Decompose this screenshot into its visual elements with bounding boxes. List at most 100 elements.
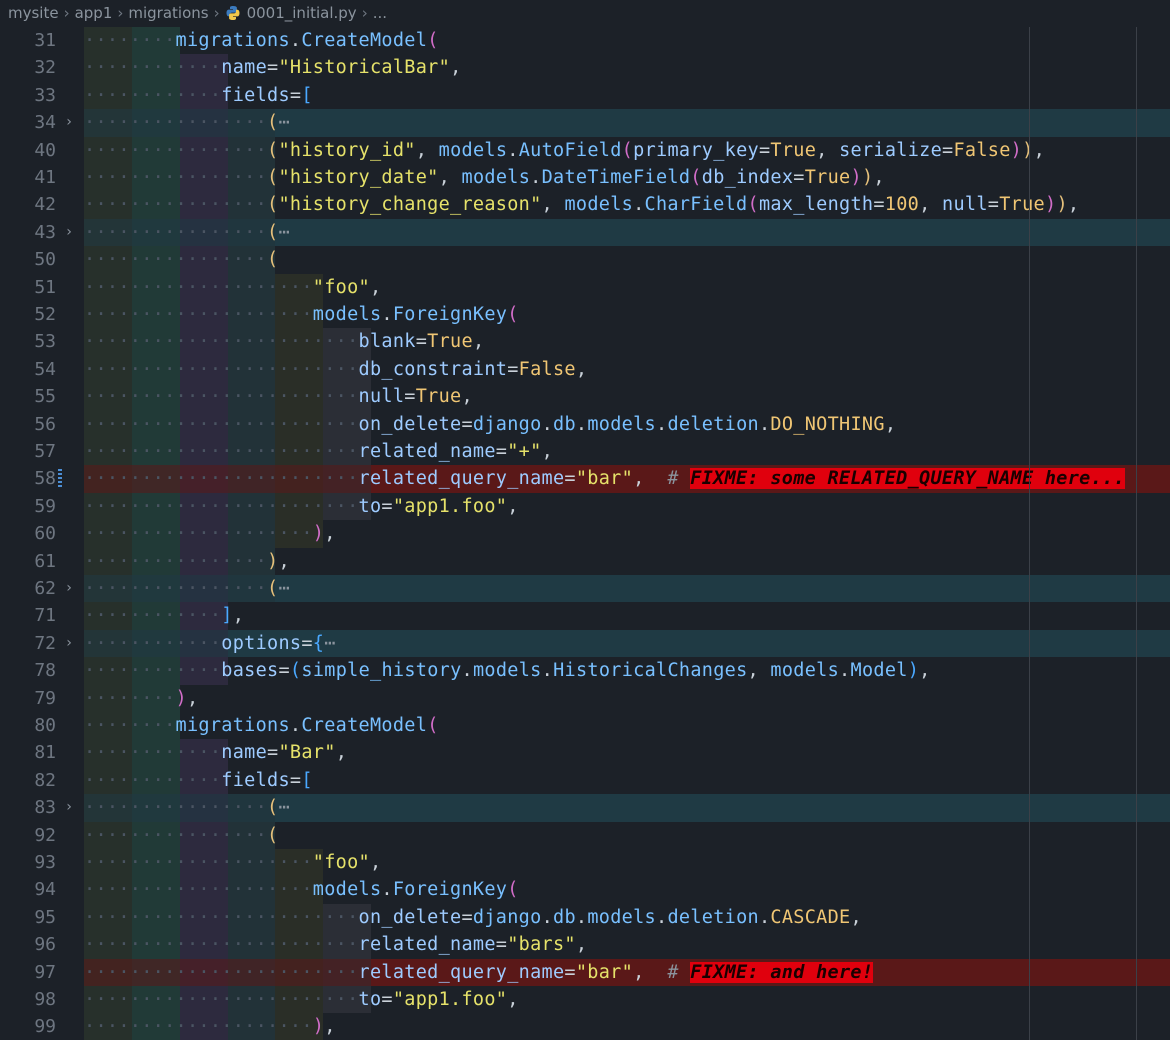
code-line[interactable]: 61 ················),	[0, 547, 1170, 575]
code-text[interactable]: ····················models.ForeignKey(	[84, 876, 519, 903]
code-token: to	[358, 989, 382, 1010]
code-text[interactable]: ················(	[84, 822, 278, 849]
code-line[interactable]: 72 › ············options={⋯	[0, 629, 1170, 658]
code-line[interactable]: 59 ························to="app1.foo",	[0, 492, 1170, 521]
code-text[interactable]: ············fields=[	[84, 767, 313, 794]
code-line[interactable]: 56 ························on_delete=djan…	[0, 410, 1170, 438]
code-text[interactable]: ············fields=[	[84, 82, 313, 109]
code-line[interactable]: 43 › ················(⋯	[0, 218, 1170, 247]
code-text[interactable]: ····················),	[84, 520, 336, 547]
code-text[interactable]: ················),	[84, 548, 290, 575]
code-line[interactable]: 32 ············name="HistoricalBar",	[0, 54, 1170, 82]
code-line[interactable]: 40 ················("history_id", models.…	[0, 136, 1170, 164]
code-text[interactable]: ············name="HistoricalBar",	[84, 54, 462, 81]
code-text[interactable]: ························related_query_na…	[84, 465, 1125, 492]
code-line[interactable]: 58 ························related_query_…	[0, 465, 1170, 493]
breadcrumb-item-symbol[interactable]: ...	[373, 4, 387, 22]
code-text[interactable]: ········migrations.CreateModel(	[84, 712, 439, 739]
code-text[interactable]: ························related_name="ba…	[84, 931, 587, 958]
code-token: (	[267, 797, 279, 819]
code-token: null	[942, 194, 988, 216]
code-text[interactable]: ················(⋯	[84, 109, 290, 136]
code-text[interactable]: ························related_name="+"…	[84, 438, 553, 465]
code-text[interactable]: ················("history_id", models.Au…	[84, 137, 1045, 164]
code-line[interactable]: 83 › ················(⋯	[0, 794, 1170, 822]
code-line[interactable]: 98 ························to="app1.foo",	[0, 986, 1170, 1014]
code-text[interactable]: ····················"foo",	[84, 274, 381, 301]
code-text[interactable]: ························on_delete=django…	[84, 411, 896, 438]
code-line[interactable]: 96 ························related_name="…	[0, 931, 1170, 959]
code-line[interactable]: 51 ····················"foo",	[0, 273, 1170, 301]
code-line[interactable]: 34 › ················(⋯	[0, 109, 1170, 137]
code-editor[interactable]: 31 ········migrations.CreateModel(32 ·····…	[0, 27, 1170, 1040]
code-token: .	[758, 413, 771, 435]
code-line[interactable]: 78 ············bases=(simple_history.mode…	[0, 657, 1170, 685]
fold-chevron-icon[interactable]: ›	[62, 575, 76, 602]
code-token: (	[267, 139, 279, 161]
code-text[interactable]: ············],	[84, 602, 244, 629]
code-line[interactable]: 52 ····················models.ForeignKey(	[0, 301, 1170, 329]
code-line[interactable]: 55 ························null=True,	[0, 383, 1170, 411]
code-text[interactable]: ························to="app1.foo",	[84, 986, 519, 1013]
code-text[interactable]: ················(⋯	[84, 219, 290, 246]
code-text[interactable]: ························db_constraint=Fa…	[84, 356, 587, 383]
code-line[interactable]: 41 ················("history_date", model…	[0, 164, 1170, 192]
line-number: 80	[34, 715, 56, 736]
code-line[interactable]: 42 ················("history_change_reaso…	[0, 191, 1170, 219]
code-text[interactable]: ························on_delete=django…	[84, 904, 862, 931]
code-token: simple_history	[301, 660, 462, 682]
code-text[interactable]: ····················),	[84, 1013, 336, 1040]
code-token: ,	[633, 468, 668, 490]
code-line[interactable]: 57 ························related_name="…	[0, 438, 1170, 466]
code-text[interactable]: ················(⋯	[84, 575, 290, 602]
code-token: ,	[324, 523, 336, 545]
fold-chevron-icon[interactable]: ›	[62, 109, 76, 136]
code-text[interactable]: ················("history_date", models.…	[84, 164, 885, 191]
code-line[interactable]: 80 ········migrations.CreateModel(	[0, 712, 1170, 740]
code-text[interactable]: ············bases=(simple_history.models…	[84, 657, 931, 684]
code-text[interactable]: ························to="app1.foo",	[84, 493, 519, 520]
code-text[interactable]: ························related_query_na…	[84, 959, 874, 986]
code-line[interactable]: 95 ························on_delete=djan…	[0, 903, 1170, 932]
breadcrumb-item-mysite[interactable]: mysite	[8, 4, 59, 22]
code-text[interactable]: ········migrations.CreateModel(	[84, 27, 439, 54]
code-text[interactable]: ················("history_change_reason"…	[84, 191, 1079, 218]
code-token: =	[564, 961, 576, 983]
code-text[interactable]: ····················"foo",	[84, 849, 381, 876]
fold-chevron-icon[interactable]: ›	[62, 794, 76, 821]
line-number: 51	[34, 276, 56, 298]
code-text[interactable]: ············name="Bar",	[84, 739, 347, 766]
code-text[interactable]: ························blank=True,	[84, 328, 484, 355]
code-text[interactable]: ················(	[84, 246, 278, 273]
fold-chevron-icon[interactable]: ›	[62, 219, 76, 246]
code-line[interactable]: 81 ············name="Bar",	[0, 739, 1170, 767]
code-text[interactable]: ····················models.ForeignKey(	[84, 301, 519, 328]
code-token: =	[381, 989, 393, 1010]
breadcrumb-item-file[interactable]: 0001_initial.py	[247, 4, 357, 22]
code-token: CreateModel	[301, 715, 428, 736]
breadcrumb-item-migrations[interactable]: migrations	[128, 4, 208, 22]
fold-chevron-icon[interactable]: ›	[62, 630, 76, 657]
code-line[interactable]: 93 ····················"foo",	[0, 849, 1170, 877]
code-text[interactable]: ············options={⋯	[84, 630, 336, 657]
code-line[interactable]: 94 ····················models.ForeignKey(	[0, 876, 1170, 904]
code-token: )	[312, 1016, 325, 1038]
code-line[interactable]: 53 ························blank=True,	[0, 328, 1170, 356]
code-line[interactable]: 33 ············fields=[	[0, 81, 1170, 110]
code-line[interactable]: 62 › ················(⋯	[0, 575, 1170, 603]
breadcrumb-item-app1[interactable]: app1	[75, 4, 113, 22]
code-line[interactable]: 50 ················(	[0, 246, 1170, 274]
code-line[interactable]: 82 ············fields=[	[0, 766, 1170, 795]
code-text[interactable]: ················(⋯	[84, 794, 290, 821]
code-line[interactable]: 79 ········),	[0, 684, 1170, 712]
code-line[interactable]: 92 ················(	[0, 821, 1170, 849]
code-line[interactable]: 60 ····················),	[0, 520, 1170, 548]
modified-line-marker[interactable]	[58, 469, 62, 490]
code-line[interactable]: 71 ············],	[0, 602, 1170, 630]
code-text[interactable]: ························null=True,	[84, 383, 473, 410]
code-line[interactable]: 99 ····················),	[0, 1013, 1170, 1040]
code-text[interactable]: ········),	[84, 685, 198, 712]
code-line[interactable]: 54 ························db_constraint=…	[0, 355, 1170, 384]
code-line[interactable]: 97 ························related_query_…	[0, 958, 1170, 986]
code-line[interactable]: 31 ········migrations.CreateModel(	[0, 27, 1170, 55]
